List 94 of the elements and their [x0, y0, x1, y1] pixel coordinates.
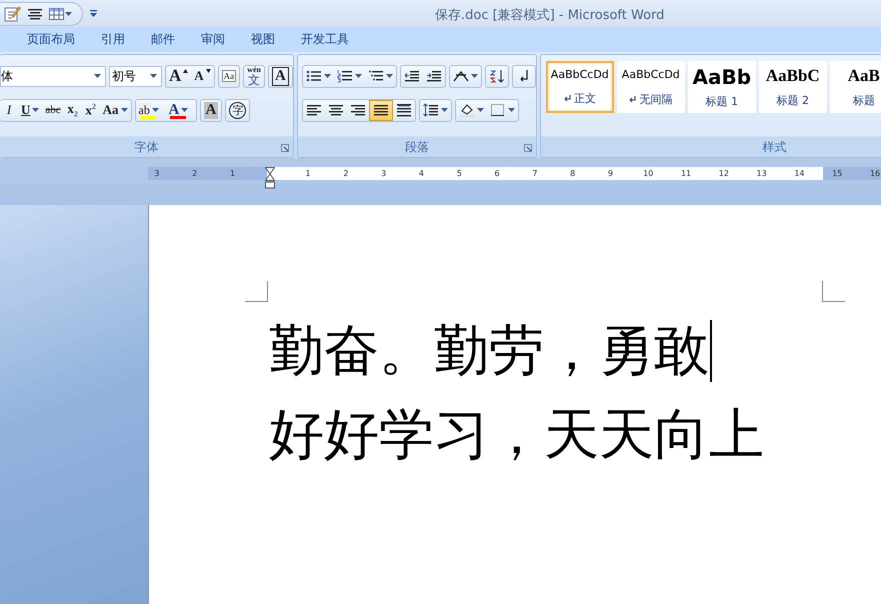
ruler-number: 6 [494, 168, 501, 180]
ribbon-tab[interactable]: 审阅 [188, 31, 238, 48]
underline-button[interactable]: U [18, 100, 42, 120]
dropdown-caret-icon [150, 74, 157, 78]
shading-icon [458, 103, 475, 117]
decrease-indent-icon [404, 69, 420, 83]
dropdown-caret-icon [470, 74, 478, 78]
font-name-field[interactable]: 体 [0, 66, 106, 86]
dropdown-caret-icon [152, 108, 159, 112]
ruler-number: 7 [531, 168, 538, 180]
edit-document-icon[interactable] [4, 5, 21, 22]
style-gallery-item[interactable]: AaBbCcDd 无间隔 [616, 61, 685, 113]
group-label: 样式 [761, 139, 788, 156]
dropdown-caret-icon [65, 12, 72, 16]
shrink-font-button[interactable]: A [191, 66, 214, 86]
phonetic-guide-button[interactable]: wén 文 [244, 66, 264, 86]
group-label: 字体 [133, 139, 160, 156]
margin-corner-mark [822, 281, 845, 302]
align-center-icon [328, 103, 344, 117]
borders-icon [490, 103, 506, 117]
case-button[interactable]: Aa [100, 100, 131, 120]
dropdown-caret-icon [508, 108, 515, 112]
ruler-number: 1 [304, 168, 312, 180]
ruler-number: 11 [680, 168, 692, 180]
ruler-number: 2 [342, 168, 350, 180]
dialog-launcher-icon[interactable] [280, 144, 289, 152]
ruler-number: 8 [569, 168, 576, 180]
ruler-number: 16 [868, 168, 881, 180]
dropdown-caret-icon [324, 74, 331, 78]
ruler-number: 3 [153, 168, 160, 180]
indent-marker-icon[interactable] [265, 167, 276, 189]
multilevel-list-icon [368, 69, 384, 83]
paragraph-return-icon [629, 96, 636, 102]
text-cursor [710, 320, 712, 382]
numbering-icon [336, 69, 353, 83]
ruler-number: 9 [606, 168, 614, 180]
fontcolor-button[interactable]: A [166, 100, 196, 120]
document-text-line: 勤奋。勤劳，勇敢 [269, 319, 709, 383]
style-gallery-item[interactable]: AaB 标题 [830, 61, 881, 113]
dropdown-caret-icon [32, 108, 40, 112]
margin-corner-mark [245, 281, 268, 302]
ribbon-tab[interactable]: 开发工具 [288, 31, 362, 48]
down-triangle-icon [206, 68, 211, 72]
dropdown-caret-icon [354, 74, 362, 78]
clear-format-button[interactable]: Aa [218, 66, 240, 86]
font-size-field[interactable]: 初号 [109, 66, 162, 86]
dropdown-caret-icon [476, 108, 484, 112]
dropdown-caret-icon [440, 108, 448, 112]
distributed-icon [396, 103, 412, 117]
ruler-number: 2 [191, 168, 198, 180]
ruler-number: 10 [642, 168, 654, 180]
align-left-icon [306, 103, 322, 117]
dialog-launcher-icon[interactable] [524, 144, 532, 152]
align-lines-icon[interactable] [27, 6, 43, 20]
italic-button[interactable]: I [0, 100, 18, 120]
sup-button[interactable]: x$^{2}$ [82, 100, 100, 120]
dropdown-caret-icon [386, 74, 393, 78]
ruler-number: 14 [793, 168, 806, 180]
increase-indent-icon [426, 69, 442, 83]
ribbon-tab[interactable]: 邮件 [138, 31, 188, 48]
asian-layout-icon [452, 69, 469, 83]
alignment-button[interactable] [368, 100, 393, 120]
highlight-button[interactable]: ab [136, 100, 166, 120]
sort-icon [488, 69, 505, 83]
ruler-number: 13 [756, 168, 768, 180]
strike-button[interactable]: abc [42, 100, 64, 120]
grow-font-button[interactable]: A [166, 66, 192, 86]
dropdown-caret-icon [120, 108, 128, 112]
sub-button[interactable]: x$_{2}$ [64, 100, 82, 120]
ruler-number: 3 [380, 168, 388, 180]
customize-toolbar-icon[interactable] [90, 10, 97, 18]
dropdown-caret-icon [94, 74, 101, 78]
line-spacing-icon [422, 103, 439, 117]
ruler-number: 1 [228, 168, 236, 180]
justify-icon [372, 103, 389, 117]
paragraph-return-icon [564, 95, 571, 102]
table-icon[interactable] [49, 6, 72, 20]
ruler-number: 4 [418, 168, 426, 180]
window-title: 保存.doc [兼容模式] - Microsoft Word [435, 7, 664, 24]
ruler-number: 12 [718, 168, 730, 180]
ruler-number: 15 [831, 168, 844, 180]
document-text-line: 好好学习，天天向上 [269, 403, 764, 467]
ruler-number: 5 [456, 168, 463, 180]
group-label: 段落 [404, 139, 430, 156]
ribbon-tab[interactable]: 引用 [88, 31, 138, 48]
style-gallery-item[interactable]: AaBbCcDd 正文 [546, 61, 614, 113]
style-gallery-item[interactable]: AaBbC 标题 2 [758, 61, 827, 113]
ribbon-tab[interactable]: 页面布局 [14, 31, 88, 48]
align-right-icon [350, 103, 366, 117]
dropdown-caret-icon [181, 108, 188, 112]
bullets-icon [306, 69, 322, 83]
style-gallery-item[interactable]: AaBb 标题 1 [688, 61, 756, 113]
up-triangle-icon [183, 68, 188, 72]
ribbon-tab[interactable]: 视图 [238, 31, 288, 48]
